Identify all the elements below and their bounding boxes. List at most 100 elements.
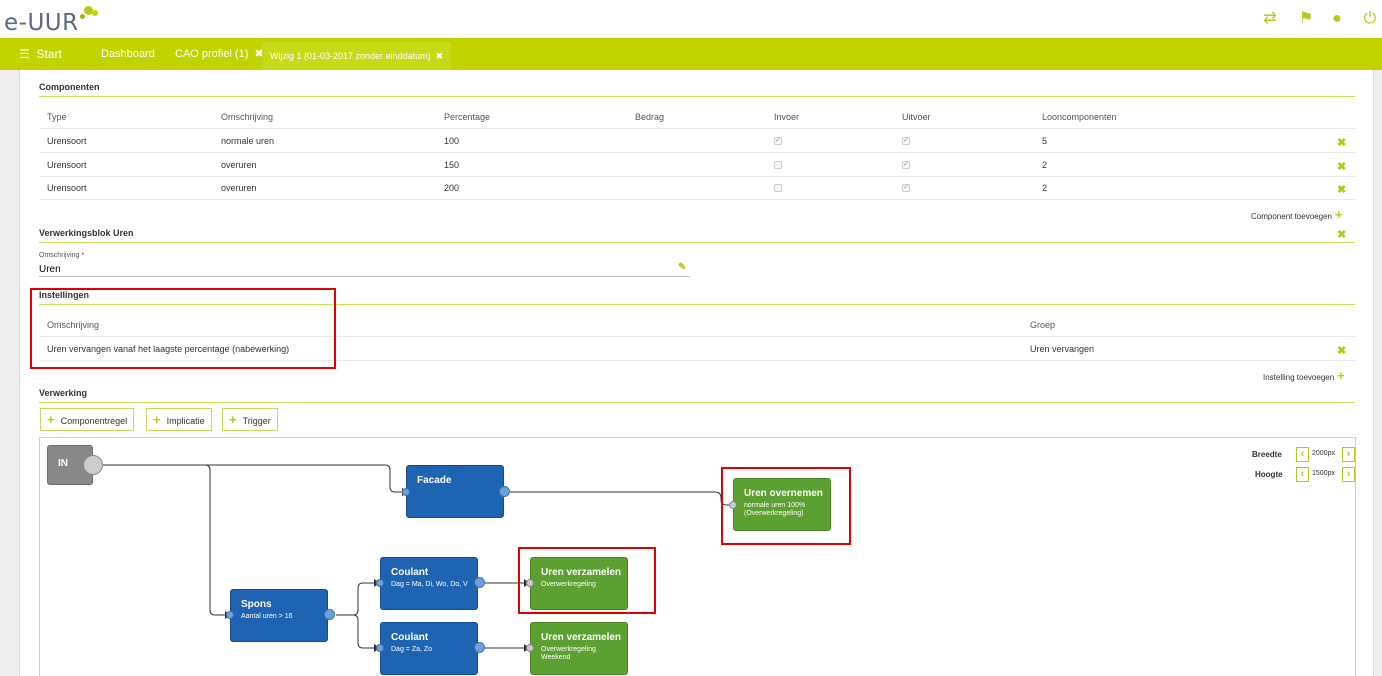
hoogte-value: 1500px — [1312, 470, 1335, 477]
col-type: Type — [47, 112, 67, 122]
delete-icon[interactable]: ✖ — [1337, 344, 1346, 357]
logo-text: e-UUR — [4, 10, 79, 36]
nav-bar: ☰ Start Dashboard CAO profiel (1) ✖ Wijz… — [0, 38, 1382, 74]
coulant-node[interactable]: Coulant Dag = Ma, Di, Wo, Do, V — [380, 557, 478, 610]
workflow-canvas[interactable]: IN Facade Uren overnemen normale uren 10… — [39, 437, 1356, 676]
col-invoer: Invoer — [774, 112, 800, 122]
user-icon[interactable]: ● — [1328, 10, 1346, 28]
tab-wijzig-label: Wijzig 1 (01-03-2017 zonder einddatum) — [270, 51, 431, 61]
node-subtitle: Aantal uren > 16 — [241, 613, 293, 620]
breedte-label: Breedte — [1252, 450, 1282, 459]
main-panel: Componenten Type Omschrijving Percentage… — [19, 70, 1374, 676]
uren-verzamelen-weekend-node[interactable]: Uren verzamelen Overwerkregeling Weekend — [530, 622, 628, 675]
node-title: Coulant — [391, 567, 429, 578]
edit-pencil-icon[interactable]: ✎ — [678, 262, 686, 273]
componenten-title: Componenten — [39, 82, 100, 92]
omschrijving-label-text: Omschrijving — [39, 252, 80, 259]
tab-cao-profiel[interactable]: CAO profiel (1) ✖ — [175, 38, 264, 70]
col-groep: Groep — [1030, 320, 1056, 330]
verwerking-title: Verwerking — [39, 388, 88, 398]
highlight-box — [30, 288, 336, 369]
col-percentage: Percentage — [444, 112, 491, 122]
breedte-value: 2000px — [1312, 450, 1335, 457]
add-componentregel-button[interactable]: + Componentregel — [40, 408, 135, 431]
table-cell: 2 — [1042, 183, 1048, 193]
omschrijving-field[interactable]: Uren — [39, 264, 61, 275]
instelling-toevoegen-label: Instelling toevoegen — [1263, 373, 1335, 382]
node-title: IN — [58, 458, 68, 469]
highlight-box — [518, 547, 656, 614]
node-subtitle: Overwerkregeling Weekend — [541, 646, 596, 662]
component-toevoegen-link[interactable]: Component toevoegen + — [1251, 207, 1343, 222]
hoogte-increase-button[interactable]: › — [1342, 467, 1355, 482]
input-port[interactable] — [376, 644, 384, 652]
node-subtitle-line: Weekend — [541, 654, 571, 661]
close-tab-icon[interactable]: ✖ — [436, 51, 444, 61]
col-omschrijving: Omschrijving — [221, 112, 274, 122]
table-cell: Uren vervangen — [1030, 344, 1095, 354]
instelling-toevoegen-link[interactable]: Instelling toevoegen + — [1263, 368, 1345, 383]
menu-start[interactable]: ☰ Start — [19, 38, 62, 70]
table-cell: overuren — [221, 160, 257, 170]
plus-icon: + — [229, 412, 237, 427]
node-title: Spons — [241, 599, 272, 610]
invoer-checkbox[interactable] — [774, 184, 782, 192]
table-cell: 200 — [444, 183, 460, 193]
uitvoer-checkbox[interactable]: ✓ — [902, 184, 910, 192]
input-port[interactable] — [526, 644, 534, 652]
verwerkingsblok-title: Verwerkingsblok Uren — [39, 228, 134, 238]
col-looncomponenten: Looncomponenten — [1042, 112, 1117, 122]
top-bar: e-UUR ⇄ ⚑ ● ⏻ — [0, 0, 1382, 38]
uitvoer-checkbox[interactable]: ✓ — [902, 161, 910, 169]
delete-icon[interactable]: ✖ — [1337, 160, 1346, 173]
add-implicatie-button[interactable]: + Implicatie — [146, 408, 212, 431]
menu-start-label: Start — [36, 47, 62, 61]
transfer-icon[interactable]: ⇄ — [1261, 10, 1279, 28]
breedte-decrease-button[interactable]: ‹ — [1296, 447, 1309, 462]
facade-node[interactable]: Facade — [406, 465, 504, 518]
in-output-port[interactable] — [83, 455, 103, 475]
tab-cao-profiel-label: CAO profiel (1) — [175, 48, 249, 60]
delete-icon[interactable]: ✖ — [1337, 136, 1346, 149]
highlight-box — [721, 467, 851, 545]
power-icon[interactable]: ⏻ — [1361, 10, 1379, 28]
omschrijving-label: Omschrijving * — [39, 252, 84, 259]
delete-icon[interactable]: ✖ — [1337, 183, 1346, 196]
input-port[interactable] — [226, 611, 234, 619]
hoogte-label: Hoogte — [1255, 470, 1283, 479]
table-cell: 2 — [1042, 160, 1048, 170]
table-cell: 100 — [444, 136, 460, 146]
output-port[interactable] — [324, 609, 335, 620]
node-subtitle-line: Overwerkregeling — [541, 646, 596, 653]
flag-icon[interactable]: ⚑ — [1297, 10, 1315, 28]
node-subtitle: Dag = Za, Zo — [391, 646, 433, 653]
button-label: Trigger — [242, 416, 271, 426]
output-port[interactable] — [474, 642, 485, 653]
coulant-node[interactable]: Coulant Dag = Za, Zo — [380, 622, 478, 675]
table-cell: Urensoort — [47, 160, 87, 170]
delete-icon[interactable]: ✖ — [1337, 228, 1346, 241]
node-subtitle: Dag = Ma, Di, Wo, Do, V — [391, 581, 468, 588]
plus-icon: + — [153, 412, 161, 427]
node-title: Facade — [417, 475, 452, 486]
output-port[interactable] — [474, 577, 485, 588]
hoogte-decrease-button[interactable]: ‹ — [1296, 467, 1309, 482]
output-port[interactable] — [499, 486, 510, 497]
spons-node[interactable]: Spons Aantal uren > 16 — [230, 589, 328, 642]
uitvoer-checkbox[interactable]: ✓ — [902, 137, 910, 145]
col-bedrag: Bedrag — [635, 112, 665, 122]
input-port[interactable] — [376, 579, 384, 587]
breedte-increase-button[interactable]: › — [1342, 447, 1355, 462]
col-uitvoer: Uitvoer — [902, 112, 931, 122]
add-trigger-button[interactable]: + Trigger — [222, 408, 278, 431]
invoer-checkbox[interactable]: ✓ — [774, 137, 782, 145]
node-title: Uren verzamelen — [541, 632, 622, 643]
invoer-checkbox[interactable] — [774, 161, 782, 169]
tab-dashboard[interactable]: Dashboard — [101, 38, 155, 70]
table-cell: normale uren — [221, 136, 275, 146]
plus-icon: + — [1334, 207, 1343, 222]
node-title: Coulant — [391, 632, 429, 643]
table-cell: Urensoort — [47, 183, 87, 193]
table-cell: overuren — [221, 183, 257, 193]
input-port[interactable] — [402, 488, 410, 496]
